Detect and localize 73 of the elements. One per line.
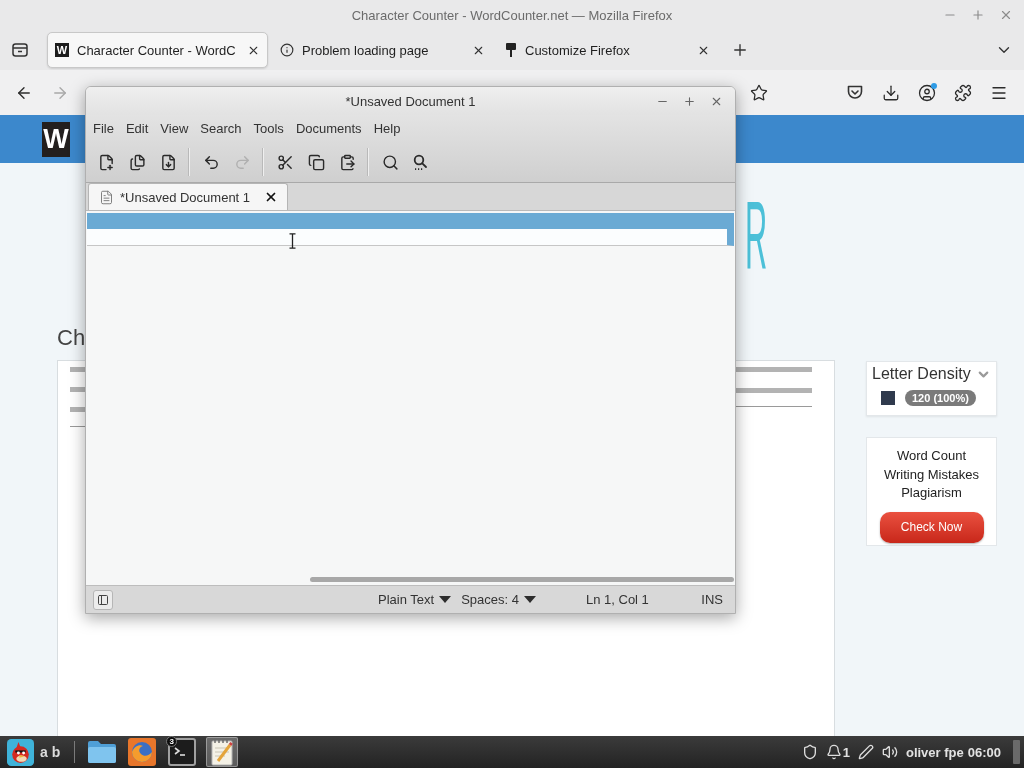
cut-icon[interactable] [276,153,294,171]
menu-item[interactable]: Help [373,121,401,136]
paste-icon[interactable] [338,153,356,171]
account-icon[interactable] [918,83,936,102]
search-icon[interactable] [381,153,399,171]
language-dropdown[interactable]: Plain Text [378,592,452,607]
browser-tab[interactable]: W Character Counter - WordC [47,32,268,68]
maximize-icon[interactable] [683,94,696,108]
caret-icon [439,596,452,603]
taskbar-item[interactable] [206,737,239,767]
download-icon[interactable] [882,83,900,102]
save-icon[interactable] [159,153,177,171]
site-logo: W [42,121,70,157]
menu-item[interactable]: Search [200,121,242,136]
text-cursor-icon [289,233,296,249]
menu-item[interactable]: File [93,121,114,136]
taskbar-item[interactable] [126,737,159,767]
browser-tab[interactable]: Customize Firefox [497,32,718,68]
document-tab[interactable]: *Unsaved Document 1 [88,183,288,210]
new-document-icon[interactable] [97,153,115,171]
pocket-chevron-icon[interactable] [847,85,863,100]
panel-label: a b [40,744,61,760]
menu-item[interactable]: View [160,121,189,136]
close-tab-icon[interactable] [264,190,278,204]
text-editor-icon [209,738,236,766]
notification-count: 1 [842,744,850,760]
indentation-dropdown[interactable]: Spaces: 4 [461,592,536,607]
caret-icon [523,596,536,603]
promo-feature-text: Writing Mistakes [883,465,980,484]
new-tab-icon[interactable] [731,41,749,59]
site-favicon: W [55,43,69,57]
bookmark-star-icon[interactable] [750,83,768,102]
insert-mode: INS [701,592,723,607]
menu-item[interactable]: Edit [125,121,149,136]
find-replace-icon[interactable] [413,154,429,170]
archive-box-icon[interactable] [12,43,28,57]
letter-count-pill: 120 (100%) [905,390,976,406]
check-now-button[interactable]: Check Now [879,511,984,543]
sidebar-toggle-button[interactable] [93,589,113,610]
pushpin-icon [505,43,517,57]
sidebar-icon [97,593,109,606]
terminal-icon [168,738,197,766]
info-icon [280,43,294,57]
puzzle-icon[interactable] [954,83,972,102]
copy-icon[interactable] [307,153,325,171]
user-name: oliver fpe [905,744,964,760]
folder-icon [87,740,118,764]
undo-icon[interactable] [202,153,220,171]
cursor-position: Ln 1, Col 1 [585,592,649,607]
promo-feature-text: Word Count [896,447,967,465]
horizontal-scrollbar[interactable] [310,577,734,582]
shield-icon[interactable] [801,744,818,760]
window-title: Character Counter - WordCounter.net — Mozilla Firefox [351,7,673,23]
menu-item[interactable]: Documents [295,121,362,136]
browser-tab[interactable]: Problem loading page [272,32,493,68]
page-heading: Ch [57,325,86,351]
stacked-documents-icon[interactable] [128,153,146,171]
pen-icon[interactable] [857,744,874,760]
promo-feature-text: Plagiarism [901,484,962,502]
bird-icon[interactable] [6,738,34,766]
window-title: *Unsaved Document 1 [345,93,476,109]
menu-item[interactable]: Tools [253,121,284,136]
browser-icon [128,738,157,766]
taskbar-item[interactable]: 3 [166,737,199,767]
volume-icon[interactable] [881,744,898,760]
panel-title: Letter Density [872,365,971,383]
show-desktop-handle[interactable] [1013,740,1020,764]
logo-letter: R [745,188,768,284]
close-icon[interactable] [999,8,1013,22]
clock: 06:00 [967,744,1001,760]
document-icon [99,189,114,205]
window-count-badge: 3 [166,736,178,747]
notification-bell-icon[interactable] [825,744,842,760]
